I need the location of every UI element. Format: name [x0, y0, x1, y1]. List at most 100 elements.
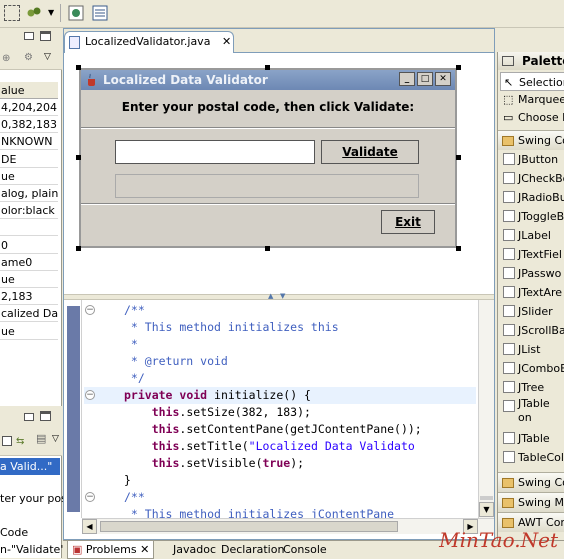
- palette-component[interactable]: JTable on JScrollPar: [500, 397, 564, 427]
- sort-icon[interactable]: ▤: [36, 432, 46, 445]
- palette-tool[interactable]: ↖ Selection: [500, 72, 564, 91]
- resize-handle[interactable]: [76, 246, 81, 251]
- restore-default-icon[interactable]: ⚙: [24, 52, 33, 63]
- palette-tool[interactable]: ⬚ Marquee: [500, 90, 564, 109]
- property-value[interactable]: alog, plain, 1: [0, 185, 58, 202]
- resize-handle[interactable]: [265, 246, 270, 251]
- exit-button[interactable]: Exit: [381, 210, 435, 234]
- collapse-down-icon[interactable]: ▼: [280, 292, 285, 300]
- view-menu-icon[interactable]: ▽: [44, 52, 51, 62]
- code-line[interactable]: * @return void: [84, 353, 476, 370]
- palette-component[interactable]: JTable: [500, 429, 564, 448]
- palette-component[interactable]: JTextAre: [500, 283, 564, 302]
- collapse-up-icon[interactable]: ▲: [268, 292, 273, 300]
- property-value[interactable]: ue: [0, 323, 58, 340]
- palette-category[interactable]: Swing Co: [498, 130, 564, 150]
- property-value[interactable]: 0,382,183: [0, 116, 58, 134]
- palette-component[interactable]: JComboB: [500, 359, 564, 378]
- close-tab-icon[interactable]: ✕: [137, 543, 149, 556]
- resize-handle[interactable]: [76, 155, 81, 160]
- resize-handle[interactable]: [456, 246, 461, 251]
- postal-code-input[interactable]: [115, 140, 315, 164]
- palette-component[interactable]: JScrollBar: [500, 321, 564, 340]
- code-line[interactable]: this.setContentPane(getJContentPane());: [84, 421, 476, 438]
- palette-component[interactable]: JPasswo: [500, 264, 564, 283]
- palette-component[interactable]: JSlider: [500, 302, 564, 321]
- resize-handle[interactable]: [76, 65, 81, 70]
- palette-component[interactable]: JLabel: [500, 226, 564, 245]
- property-value[interactable]: NKNOWN: [0, 133, 58, 151]
- properties-icon[interactable]: [92, 5, 108, 21]
- palette-component[interactable]: JToggleBu: [500, 207, 564, 226]
- swing-frame[interactable]: Localized Data Validator _ □ ✕ Enter you…: [79, 68, 457, 248]
- property-value[interactable]: 4,204,204: [0, 99, 58, 116]
- bottom-tab[interactable]: Declaration: [217, 541, 288, 559]
- property-value[interactable]: ame0: [0, 254, 58, 271]
- select-tool-icon[interactable]: [4, 5, 20, 21]
- resize-handle[interactable]: [456, 155, 461, 160]
- property-value[interactable]: olor:black: [0, 202, 58, 220]
- code-hscrollbar[interactable]: ◀ ▶: [82, 518, 494, 534]
- palette-component[interactable]: JRadioBu: [500, 188, 564, 207]
- palette-header[interactable]: Palette: [498, 52, 564, 70]
- bottom-tab[interactable]: Javadoc: [169, 541, 220, 559]
- palette-category[interactable]: Swing Co: [498, 472, 564, 492]
- scroll-thumb[interactable]: [100, 521, 398, 532]
- code-line[interactable]: private void initialize() {: [84, 387, 476, 404]
- bean-icon[interactable]: [68, 5, 84, 21]
- code-line[interactable]: * This method initializes this: [84, 319, 476, 336]
- palette-component[interactable]: JTree: [500, 378, 564, 397]
- property-value[interactable]: calized Dat...: [0, 305, 58, 323]
- palette-tool[interactable]: ▭ Choose B: [500, 108, 564, 127]
- fold-toggle-icon[interactable]: −: [85, 492, 95, 502]
- maximize-view-icon[interactable]: [40, 31, 51, 41]
- bottom-tab[interactable]: ▣ Problems ✕: [67, 541, 155, 559]
- view-menu-icon[interactable]: ▽: [52, 434, 59, 444]
- code-line[interactable]: /**: [84, 302, 476, 319]
- palette-category[interactable]: Swing Me: [498, 492, 564, 512]
- palette-component[interactable]: TableColu: [500, 448, 564, 467]
- scroll-thumb[interactable]: [480, 496, 493, 500]
- minimize-view-icon[interactable]: [24, 32, 34, 40]
- property-value[interactable]: DE: [0, 151, 58, 168]
- scroll-down-icon[interactable]: ▼: [479, 502, 494, 517]
- filter-icon[interactable]: ⊕: [2, 53, 10, 64]
- code-line[interactable]: *: [84, 336, 476, 353]
- palette-component[interactable]: JTextFiel: [500, 245, 564, 264]
- validate-button[interactable]: Validate: [321, 140, 419, 164]
- design-canvas[interactable]: Localized Data Validator _ □ ✕ Enter you…: [64, 54, 494, 294]
- property-value[interactable]: 0: [0, 237, 58, 254]
- source-code-editor[interactable]: /** − * This method initializes this * * …: [64, 300, 494, 518]
- code-line[interactable]: this.setVisible(true);: [84, 455, 476, 472]
- palette-component[interactable]: JButton: [500, 150, 564, 169]
- code-line[interactable]: this.setSize(382, 183);: [84, 404, 476, 421]
- bottom-tab[interactable]: Console: [279, 541, 331, 559]
- minimize-view-icon[interactable]: [24, 413, 34, 421]
- maximize-view-icon[interactable]: [40, 411, 51, 421]
- palette-component[interactable]: JList: [500, 340, 564, 359]
- code-line[interactable]: this.setTitle("Localized Data Validato: [84, 438, 476, 455]
- code-vscrollbar[interactable]: ▼: [478, 300, 494, 518]
- code-line[interactable]: /**: [84, 489, 476, 506]
- property-value[interactable]: ue: [0, 271, 58, 288]
- code-line[interactable]: * This method initializes jContentPane: [84, 506, 476, 518]
- fold-toggle-icon[interactable]: −: [85, 305, 95, 315]
- palette-component[interactable]: JCheckBo: [500, 169, 564, 188]
- frame-close-button[interactable]: ✕: [435, 72, 451, 86]
- properties-column-header[interactable]: alue: [0, 82, 58, 99]
- editor-tab[interactable]: LocalizedValidator.java ✕: [64, 31, 234, 53]
- frame-minimize-button[interactable]: _: [399, 72, 415, 86]
- property-value[interactable]: [0, 219, 58, 237]
- frame-maximize-button[interactable]: □: [417, 72, 433, 86]
- close-tab-icon[interactable]: ✕: [222, 35, 231, 48]
- property-value[interactable]: ue: [0, 168, 58, 185]
- collapse-icon[interactable]: [2, 436, 12, 446]
- link-icon[interactable]: ⇆: [16, 436, 24, 447]
- resize-handle[interactable]: [265, 65, 270, 70]
- outline-selected-item[interactable]: a Valid...": [0, 458, 60, 475]
- code-line[interactable]: }: [84, 472, 476, 489]
- scroll-left-icon[interactable]: ◀: [82, 519, 97, 534]
- code-line[interactable]: */: [84, 370, 476, 387]
- property-value[interactable]: 2,183: [0, 288, 58, 306]
- dropdown-arrow-icon[interactable]: ▼: [48, 8, 54, 17]
